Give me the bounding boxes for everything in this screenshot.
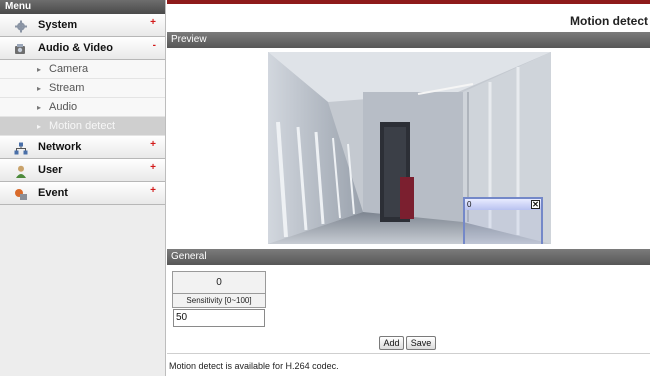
- general-section-header: General: [167, 249, 650, 265]
- sidebar-subitem-label: Stream: [49, 82, 85, 94]
- sensitivity-label: Sensitivity [0~100]: [172, 293, 266, 308]
- sidebar-subitem-label: Camera: [49, 63, 89, 75]
- sidebar-menu: Menu System + Audio & Video - ▸ Camera ▸…: [0, 0, 166, 376]
- user-icon: [14, 164, 28, 178]
- chevron-right-icon: ▸: [37, 122, 42, 131]
- motion-region-box[interactable]: 0 ✕: [463, 197, 543, 244]
- expand-mark: +: [150, 162, 156, 173]
- sidebar-item-system[interactable]: System +: [0, 14, 165, 37]
- save-button[interactable]: Save: [406, 336, 436, 350]
- audio-video-submenu: ▸ Camera ▸ Stream ▸ Audio ▸ Motion detec…: [0, 60, 165, 136]
- sidebar-subitem-label: Audio: [49, 101, 78, 113]
- sidebar-subitem-stream[interactable]: ▸ Stream: [0, 79, 165, 98]
- add-button[interactable]: Add: [379, 336, 404, 350]
- region-settings-table: 0 Sensitivity [0~100]: [172, 271, 266, 328]
- sidebar-item-audio-video[interactable]: Audio & Video -: [0, 37, 165, 60]
- page-title: Motion detect: [570, 14, 648, 28]
- sidebar-subitem-audio[interactable]: ▸ Audio: [0, 98, 165, 117]
- main-content: Motion detect Preview 0 ✕ General 0 Sens…: [167, 0, 650, 376]
- event-icon: [14, 187, 28, 200]
- sidebar-item-network[interactable]: Network +: [0, 136, 165, 159]
- sidebar-subitem-camera[interactable]: ▸ Camera: [0, 60, 165, 79]
- sidebar-item-label: System: [38, 19, 78, 31]
- sidebar-item-event[interactable]: Event +: [0, 182, 165, 205]
- sidebar-item-label: User: [38, 164, 63, 176]
- sidebar-item-label: Network: [38, 141, 82, 153]
- sidebar-item-label: Event: [38, 187, 68, 199]
- camera-icon: [14, 42, 28, 55]
- chevron-right-icon: ▸: [37, 103, 42, 112]
- collapse-mark: -: [152, 40, 156, 51]
- chevron-right-icon: ▸: [37, 84, 42, 93]
- codec-note: Motion detect is available for H.264 cod…: [169, 361, 339, 371]
- sidebar-item-label: Audio & Video: [38, 42, 113, 54]
- sidebar-subitem-motion-detect[interactable]: ▸ Motion detect: [0, 117, 165, 136]
- close-icon[interactable]: ✕: [531, 200, 540, 209]
- preview-section-header: Preview: [167, 32, 650, 48]
- menu-header: Menu: [0, 0, 165, 14]
- sensitivity-input[interactable]: [173, 308, 265, 327]
- video-preview[interactable]: 0 ✕: [268, 52, 551, 244]
- motion-region-label: 0: [465, 199, 541, 210]
- sidebar-subitem-label: Motion detect: [49, 120, 116, 132]
- chevron-right-icon: ▸: [37, 65, 42, 74]
- network-icon: [14, 141, 28, 155]
- expand-mark: +: [150, 17, 156, 28]
- sidebar-item-user[interactable]: User +: [0, 159, 165, 182]
- gear-icon: [14, 19, 28, 33]
- region-id: 0: [172, 271, 266, 294]
- top-accent-line: [167, 0, 650, 4]
- expand-mark: +: [150, 185, 156, 196]
- expand-mark: +: [150, 139, 156, 150]
- divider: [167, 353, 650, 354]
